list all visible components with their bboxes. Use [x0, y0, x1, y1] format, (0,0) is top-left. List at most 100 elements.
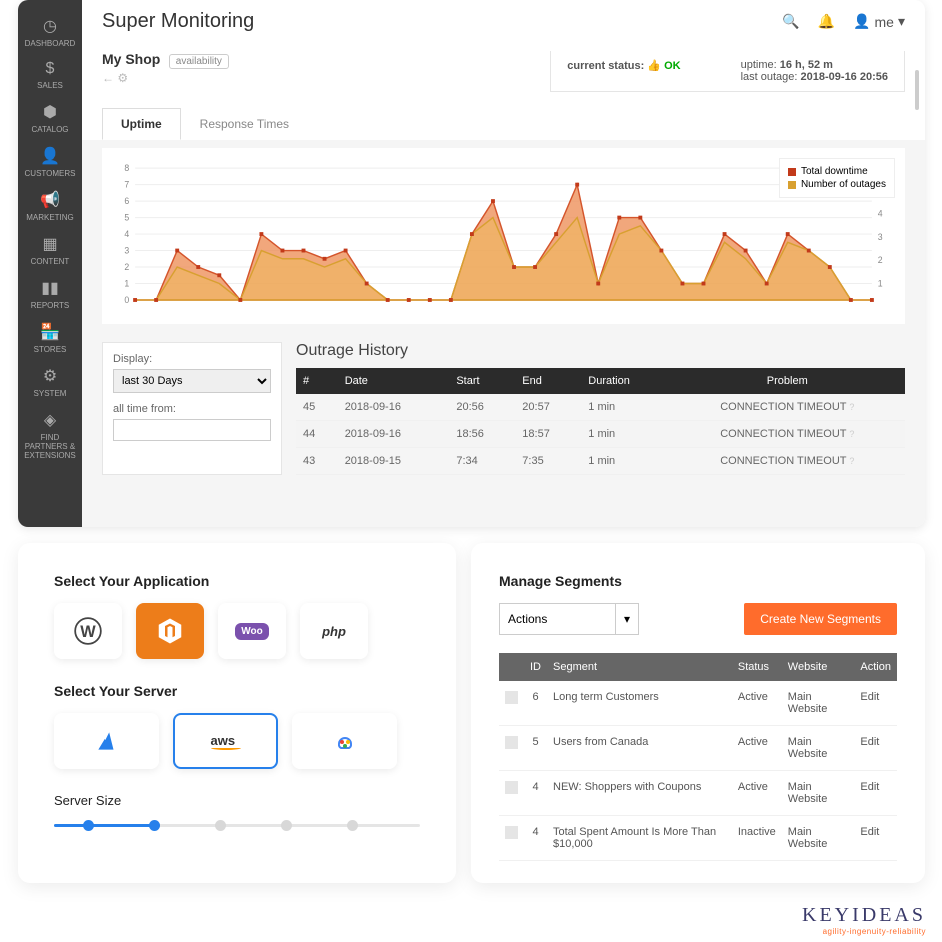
server-size-slider[interactable] [54, 824, 420, 828]
server-gcp[interactable] [292, 713, 397, 769]
tab-uptime[interactable]: Uptime [102, 108, 181, 140]
bell-icon[interactable]: 🔔 [818, 13, 835, 30]
sidebar-item-catalog[interactable]: ⬢CATALOG [18, 96, 82, 140]
create-segments-button[interactable]: Create New Segments [744, 603, 897, 635]
status-box: current status: 👍 OK uptime: 16 h, 52 m … [550, 51, 905, 92]
edit-link[interactable]: Edit [860, 736, 879, 748]
admin-sidebar: ◷DASHBOARD $SALES ⬢CATALOG 👤CUSTOMERS 📢M… [18, 0, 82, 527]
page-header: Super Monitoring 🔍 🔔 👤 me ▾ [82, 0, 925, 43]
table-row: 6Long term CustomersActiveMain WebsiteEd… [499, 681, 897, 726]
search-icon[interactable]: 🔍 [782, 13, 799, 30]
svg-text:3: 3 [124, 245, 129, 255]
server-aws[interactable]: aws [173, 713, 278, 769]
gear-icon: ⚙ [20, 366, 80, 386]
dashboard-icon: ◷ [20, 16, 80, 36]
apps-title: Select Your Application [54, 573, 420, 589]
svg-text:W: W [80, 623, 96, 641]
sidebar-item-customers[interactable]: 👤CUSTOMERS [18, 140, 82, 184]
sidebar-item-marketing[interactable]: 📢MARKETING [18, 184, 82, 228]
user-menu[interactable]: 👤 me ▾ [853, 13, 905, 30]
edit-link[interactable]: Edit [860, 826, 879, 838]
sidebar-item-system[interactable]: ⚙SYSTEM [18, 360, 82, 404]
app-wordpress[interactable]: W [54, 603, 122, 659]
page-title: Super Monitoring [102, 10, 782, 33]
svg-text:4: 4 [124, 229, 129, 239]
person-icon: 👤 [20, 146, 80, 166]
availability-tag: availability [169, 54, 229, 69]
alltime-from-input[interactable] [113, 419, 271, 441]
svg-text:6: 6 [124, 196, 129, 206]
settings-icon[interactable]: ⚙ [117, 71, 128, 85]
user-icon: 👤 [853, 13, 870, 30]
app-server-panel: Select Your Application W Woo php Select… [18, 543, 456, 883]
alltime-label: all time from: [113, 403, 271, 415]
segments-title: Manage Segments [499, 573, 897, 589]
display-select[interactable]: last 30 Days [113, 369, 271, 393]
main-content: Super Monitoring 🔍 🔔 👤 me ▾ My Shop avai… [82, 0, 925, 527]
sidebar-item-content[interactable]: ▦CONTENT [18, 228, 82, 272]
svg-text:1: 1 [124, 278, 129, 288]
table-row: 4NEW: Shoppers with CouponsActiveMain We… [499, 771, 897, 816]
store-icon: 🏪 [20, 322, 80, 342]
chevron-down-icon: ▾ [898, 13, 905, 30]
slider-title: Server Size [54, 793, 420, 808]
partners-icon: ◈ [20, 410, 80, 430]
scrollbar-thumb[interactable] [915, 70, 919, 110]
history-title: Outrage History [296, 342, 905, 360]
svg-text:2: 2 [124, 262, 129, 272]
chevron-down-icon: ▾ [615, 603, 630, 635]
display-label: Display: [113, 353, 271, 365]
svg-text:2: 2 [878, 255, 883, 265]
svg-text:0: 0 [124, 295, 129, 305]
table-row: 452018-09-1620:5620:571 minCONNECTION TI… [296, 394, 905, 421]
app-magento[interactable] [136, 603, 204, 659]
thumbs-up-icon: 👍 [647, 60, 661, 72]
segments-table: ID Segment Status Website Action 6Long t… [499, 653, 897, 861]
table-row: 5Users from CanadaActiveMain WebsiteEdit [499, 726, 897, 771]
tab-response-times[interactable]: Response Times [181, 108, 308, 140]
svg-text:5: 5 [124, 212, 129, 222]
footer-logo: KEYIDEAS agility-ingenuity-reliability [802, 904, 926, 936]
svg-text:8: 8 [124, 163, 129, 173]
row-checkbox[interactable] [505, 691, 518, 704]
chart-legend: Total downtime Number of outages [779, 158, 895, 198]
table-row: 4Total Spent Amount Is More Than $10,000… [499, 816, 897, 861]
edit-link[interactable]: Edit [860, 781, 879, 793]
edit-link[interactable]: Edit [860, 691, 879, 703]
help-icon[interactable]: ? [849, 456, 854, 466]
row-checkbox[interactable] [505, 826, 518, 839]
sidebar-item-reports[interactable]: ▮▮REPORTS [18, 272, 82, 316]
uptime-chart: 012 345 678 123 45 Total downtime Number… [102, 148, 905, 324]
monitoring-panel: ◷DASHBOARD $SALES ⬢CATALOG 👤CUSTOMERS 📢M… [18, 0, 925, 527]
bars-icon: ▮▮ [20, 278, 80, 298]
back-icon[interactable]: ← [102, 71, 114, 85]
svg-text:1: 1 [878, 278, 883, 288]
svg-text:4: 4 [878, 209, 883, 219]
megaphone-icon: 📢 [20, 190, 80, 210]
app-woo[interactable]: Woo [218, 603, 286, 659]
svg-text:3: 3 [878, 232, 883, 242]
segments-panel: Manage Segments Actions ▾ Create New Seg… [471, 543, 925, 883]
table-row: 442018-09-1618:5618:571 minCONNECTION TI… [296, 421, 905, 448]
sidebar-item-dashboard[interactable]: ◷DASHBOARD [18, 10, 82, 54]
history-table: #Date StartEnd DurationProblem 452018-09… [296, 368, 905, 475]
svg-text:7: 7 [124, 180, 129, 190]
help-icon[interactable]: ? [849, 429, 854, 439]
app-php[interactable]: php [300, 603, 368, 659]
sidebar-item-sales[interactable]: $SALES [18, 54, 82, 96]
row-checkbox[interactable] [505, 781, 518, 794]
cube-icon: ⬢ [20, 102, 80, 122]
actions-dropdown[interactable]: Actions ▾ [499, 603, 639, 635]
servers-title: Select Your Server [54, 683, 420, 699]
help-icon[interactable]: ? [849, 402, 854, 412]
layout-icon: ▦ [20, 234, 80, 254]
table-row: 432018-09-157:347:351 minCONNECTION TIME… [296, 448, 905, 475]
sidebar-item-stores[interactable]: 🏪STORES [18, 316, 82, 360]
shop-name: My Shop [102, 51, 160, 67]
sidebar-item-partners[interactable]: ◈FIND PARTNERS & EXTENSIONS [18, 404, 82, 466]
row-checkbox[interactable] [505, 736, 518, 749]
outage-history: Outrage History #Date StartEnd DurationP… [296, 342, 905, 475]
dollar-icon: $ [20, 60, 80, 78]
filter-panel: Display: last 30 Days all time from: [102, 342, 282, 475]
server-azure[interactable] [54, 713, 159, 769]
